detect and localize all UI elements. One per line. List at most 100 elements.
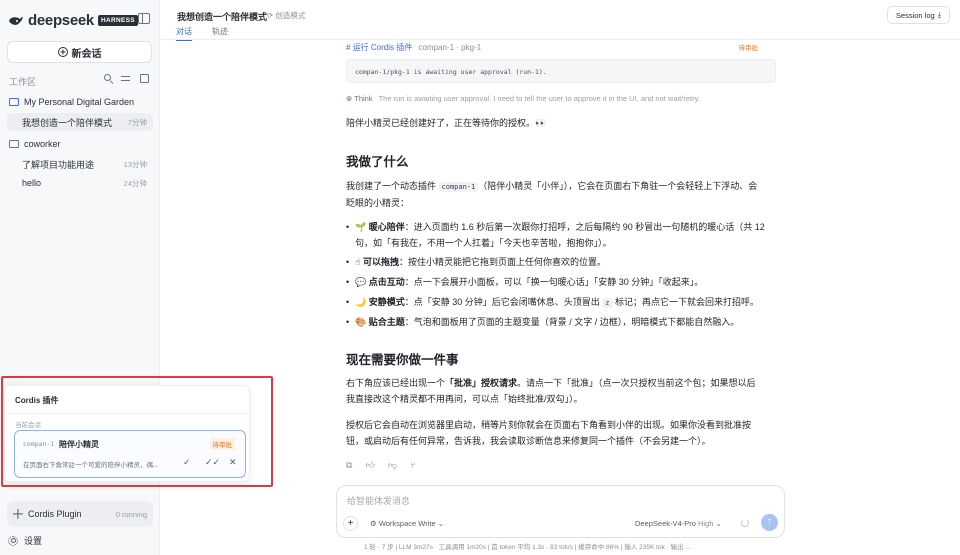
new-folder-icon[interactable] — [140, 74, 149, 83]
tab-trajectory[interactable]: 轨迹 — [212, 26, 228, 37]
now-text-d: 我直接改这个精灵都不用再问，可以点「始终批准/双勾」）。 — [346, 394, 583, 404]
new-chat-label: 新会话 — [71, 48, 102, 60]
chat-header: 我想创造一个陪伴模式 ⟳ 创造模式 对话 轨迹 Session log ⤓ — [161, 0, 960, 41]
now2-text-b: 钮，或启动后有任何异常，告诉我，我会读取诊断信息来修复同一个插件（不会另建一个）… — [346, 436, 711, 446]
loading-spinner-icon — [741, 519, 749, 527]
action-paragraph-2: 授权后它会自动在浏览器里启动，稍等片刻你就会在页面右下角看到小伴的出现。如果你没… — [346, 417, 778, 449]
think-text: The run is awaiting user approval. I nee… — [378, 94, 700, 103]
thumbs-down-icon[interactable]: 👎︎ — [388, 460, 397, 471]
heading-action-needed: 现在需要你做一件事 — [346, 353, 459, 367]
bullet-title: 贴合主题 — [368, 317, 405, 327]
think-label: ⊗ Think — [346, 94, 373, 103]
search-icon[interactable] — [104, 74, 111, 81]
folder-my-personal-digital-garden[interactable]: My Personal Digital Garden — [9, 97, 134, 107]
moon-icon: 🌙 — [355, 297, 367, 307]
thumbs-up-icon[interactable]: 👍︎ — [365, 460, 374, 471]
cordis-plugin-button[interactable]: Cordis Plugin 0 running — [7, 501, 153, 527]
list-item: 💬 点击互动：点一下会展开小面板，可以「换一句暖心话」「安静 30 分钟」「收起… — [346, 274, 776, 290]
brand[interactable]: deepseek HARNESS — [8, 12, 138, 29]
bullet-text: ：气泡和面板用了页面的主题变量（背景 / 文字 / 边框），明暗模式下都能自然融… — [404, 317, 740, 327]
workspace-mode-select[interactable]: ⚙ Workspace Write ⌄ — [370, 519, 444, 528]
speech-bubble-icon: 💬 — [355, 277, 367, 287]
bullet-title: 安静模式 — [368, 297, 405, 307]
message-input[interactable]: 给智能体发消息 — [347, 494, 410, 507]
tab-chat[interactable]: 对话 — [176, 26, 192, 41]
mode-label: ⟳ 创造模式 — [267, 11, 306, 20]
download-icon: ⤓ — [937, 10, 941, 19]
z-mark-code: z — [602, 298, 613, 308]
mode-text: 创造模式 — [275, 11, 306, 20]
tool-call-row[interactable]: # 运行 Cordis 插件 compan-1 · pkg-1 待审批 — [346, 42, 776, 53]
brand-badge: HARNESS — [97, 15, 138, 26]
tool-badge: 待审批 — [738, 45, 759, 52]
send-button[interactable]: ↑ — [761, 514, 778, 531]
palette-icon: 🎨 — [355, 317, 367, 327]
list-item: 🌙 安静模式：点「安静 30 分钟」后它会闭嘴休息、头顶冒出 z 标记；再点它一… — [346, 294, 776, 311]
session-title: 我想创造一个陪伴模式 — [22, 117, 113, 128]
session-item[interactable]: hello 24分钟 — [7, 174, 153, 192]
session-item[interactable]: 我想创造一个陪伴模式 7分钟 — [7, 113, 153, 131]
branch-icon[interactable]: ⑂ — [410, 460, 415, 471]
gear-icon — [8, 535, 18, 546]
deepseek-whale-icon — [9, 16, 23, 25]
session-log-button[interactable]: Session log ⤓ — [886, 6, 950, 24]
session-time: 13分钟 — [123, 159, 147, 169]
plugin-code: compan-1 — [438, 182, 479, 192]
session-log-label: Session log — [895, 10, 935, 20]
folder-label: coworker — [24, 139, 61, 149]
list-item: ☝ 可以拖拽：按住小精灵能把它拖到页面上任何你喜欢的位置。 — [346, 254, 776, 270]
now-text-bold: 「批准」授权请求 — [445, 378, 518, 388]
bullet-title: 可以拖拽 — [363, 257, 400, 267]
list-item: 🌱 暖心陪伴：进入页面约 1.6 秒后第一次跟你打招呼，之后每隔约 90 秒冒出… — [346, 219, 776, 251]
composer: 给智能体发消息 + ⚙ Workspace Write ⌄ DeepSeek-V… — [336, 485, 785, 538]
workspace-tools — [104, 74, 149, 83]
hash-icon: # — [346, 43, 351, 52]
plus-circle-icon — [57, 47, 68, 57]
usage-status-bar: 1 轮 · 7 步 | LLM 3m27s · 工具调用 1m20s | 首 t… — [364, 544, 691, 551]
bullet-text: ：点一下会展开小面板，可以「换一句暖心话」「安静 30 分钟」「收起来」。 — [404, 277, 704, 287]
copy-icon[interactable]: ⧉ — [346, 460, 352, 471]
bullet-title: 点击互动 — [368, 277, 405, 287]
cordis-plugin-status: 0 running — [115, 509, 147, 519]
chat-title: 我想创造一个陪伴模式 — [177, 12, 268, 22]
bullet-text-2: 句，如「有我在，不用一个人扛着」「今天也辛苦啦，抱抱你」）。 — [355, 238, 612, 248]
bullet-text: ：点「安静 30 分钟」后它会闭嘴休息、头顶冒出 — [404, 297, 600, 307]
now-text-a: 右下角应该已经出现一个 — [346, 378, 446, 388]
message-actions: ⧉ 👍︎ 👎︎ ⑂ — [346, 460, 415, 471]
cordis-plugin-label: Cordis Plugin — [28, 509, 82, 519]
done-text-1: 我创建了一个动态插件 — [346, 181, 437, 191]
now2-text-a: 授权后它会自动在浏览器里启动，稍等片刻你就会在页面右下角看到小伴的出现。如果你没… — [346, 420, 752, 430]
brand-name: deepseek — [28, 12, 94, 29]
now-text-c: 。请点一下「批准」（点一次只授权当前这个包；如果想以后 — [517, 378, 756, 388]
think-row[interactable]: ⊗ Think The run is awaiting user approval… — [346, 94, 700, 103]
sidebar-toggle-icon[interactable] — [138, 13, 150, 24]
move-icon — [12, 509, 23, 520]
action-paragraph-1: 右下角应该已经出现一个「批准」授权请求。请点一下「批准」（点一次只授权当前这个包… — [346, 375, 778, 407]
session-time: 7分钟 — [127, 117, 147, 127]
session-item[interactable]: 了解项目功能用途 13分钟 — [7, 155, 153, 173]
done-text-3: 眨眼的小精灵： — [346, 198, 410, 208]
model-select[interactable]: DeepSeek-V4-Pro High ⌄ — [635, 519, 722, 528]
new-chat-button[interactable]: 新会话 — [7, 41, 152, 63]
list-item: 🎨 贴合主题：气泡和面板用了页面的主题变量（背景 / 文字 / 边框），明暗模式… — [346, 314, 776, 330]
think-label-text: Think — [354, 94, 373, 103]
session-title: hello — [22, 178, 42, 188]
add-attachment-button[interactable]: + — [343, 516, 358, 531]
heading-what-i-did: 我做了什么 — [346, 155, 409, 169]
model-name: DeepSeek-V4-Pro — [635, 519, 696, 528]
tool-name: 运行 Cordis 插件 — [352, 43, 413, 52]
done-paragraph: 我创建了一个动态插件 compan-1 （陪伴小精灵「小伴」），它会在页面右下角驻… — [346, 178, 778, 211]
folder-icon — [9, 140, 19, 148]
bullet-title: 暖心陪伴 — [368, 222, 405, 232]
filter-icon[interactable] — [121, 74, 130, 83]
hand-icon: ☝ — [355, 257, 361, 267]
folder-icon — [9, 98, 19, 106]
settings-button[interactable]: 设置 — [8, 534, 42, 547]
bullet-text-after: 标记；再点它一下就会回来打招呼。 — [615, 297, 760, 307]
session-title: 了解项目功能用途 — [22, 159, 95, 170]
folder-coworker[interactable]: coworker — [9, 139, 61, 149]
settings-label: 设置 — [24, 536, 43, 546]
tool-sub: compan-1 · pkg-1 — [418, 43, 482, 52]
tool-output: compan-1/pkg-1 is awaiting user approval… — [346, 59, 776, 83]
effort-level: High — [697, 519, 714, 528]
